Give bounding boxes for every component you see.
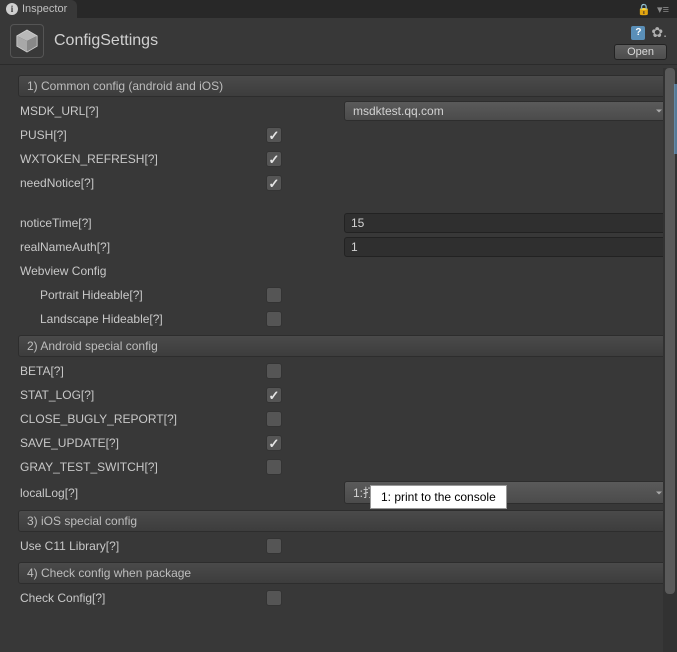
header-icons: ? ✿. [631, 24, 667, 41]
checkbox-checkconfig[interactable] [266, 590, 282, 606]
unity-logo-icon [14, 28, 40, 54]
label-closebugly: CLOSE_BUGLY_REPORT[?] [18, 412, 258, 426]
label-portrait-hideable: Portrait Hideable[?] [18, 288, 258, 302]
label-statlog: STAT_LOG[?] [18, 388, 258, 402]
asset-icon [10, 24, 44, 58]
row-msdk-url: MSDK_URL[?] msdktest.qq.com [18, 101, 669, 121]
input-noticetime[interactable] [344, 213, 669, 233]
label-msdk-url: MSDK_URL[?] [18, 104, 258, 118]
label-noticetime: noticeTime[?] [18, 216, 258, 230]
inspector-tab[interactable]: i Inspector [0, 0, 77, 18]
asset-title: ConfigSettings [54, 32, 667, 50]
row-wxtoken: WXTOKEN_REFRESH[?] [18, 149, 669, 169]
label-wxtoken: WXTOKEN_REFRESH[?] [18, 152, 258, 166]
checkbox-landscape-hideable[interactable] [266, 311, 282, 327]
row-locallog: localLog[?] 1:打印到控制台 [18, 481, 669, 504]
label-locallog: localLog[?] [18, 486, 258, 500]
checkbox-beta[interactable] [266, 363, 282, 379]
label-realnameauth: realNameAuth[?] [18, 240, 258, 254]
row-landscape-hideable: Landscape Hideable[?] [18, 309, 669, 329]
info-icon: i [6, 3, 18, 15]
row-checkconfig: Check Config[?] [18, 588, 669, 608]
checkbox-wxtoken[interactable] [266, 151, 282, 167]
checkbox-portrait-hideable[interactable] [266, 287, 282, 303]
label-landscape-hideable: Landscape Hideable[?] [18, 312, 258, 326]
lock-icon[interactable]: 🔒 [637, 3, 651, 16]
dropdown-msdk-url[interactable]: msdktest.qq.com [344, 101, 669, 121]
section-checkconfig: 4) Check config when package [18, 562, 669, 584]
label-neednotice: needNotice[?] [18, 176, 258, 190]
input-realnameauth[interactable] [344, 237, 669, 257]
label-beta: BETA[?] [18, 364, 258, 378]
checkbox-push[interactable] [266, 127, 282, 143]
help-icon[interactable]: ? [631, 26, 645, 40]
row-c11: Use C11 Library[?] [18, 536, 669, 556]
tab-bar: i Inspector 🔒 ▾≡ [0, 0, 677, 18]
row-graytest: GRAY_TEST_SWITCH[?] [18, 457, 669, 477]
label-saveupdate: SAVE_UPDATE[?] [18, 436, 258, 450]
tab-right-controls: 🔒 ▾≡ [637, 0, 677, 18]
checkbox-closebugly[interactable] [266, 411, 282, 427]
asset-header: ConfigSettings ? ✿. Open [0, 18, 677, 65]
label-graytest: GRAY_TEST_SWITCH[?] [18, 460, 258, 474]
checkbox-statlog[interactable] [266, 387, 282, 403]
row-webview-config: Webview Config [18, 261, 669, 281]
row-realnameauth: realNameAuth[?] [18, 237, 669, 257]
row-closebugly: CLOSE_BUGLY_REPORT[?] [18, 409, 669, 429]
label-webview: Webview Config [18, 264, 258, 278]
section-common: 1) Common config (android and iOS) [18, 75, 669, 97]
inspector-window: i Inspector 🔒 ▾≡ ConfigSettings ? ✿. Ope… [0, 0, 677, 652]
row-statlog: STAT_LOG[?] [18, 385, 669, 405]
section-android: 2) Android special config [18, 335, 669, 357]
label-checkconfig: Check Config[?] [18, 591, 258, 605]
checkbox-graytest[interactable] [266, 459, 282, 475]
open-button[interactable]: Open [614, 44, 667, 60]
row-push: PUSH[?] [18, 125, 669, 145]
gear-icon[interactable]: ✿. [651, 24, 667, 41]
tab-title: Inspector [22, 3, 67, 15]
vertical-scrollbar[interactable] [663, 68, 677, 652]
row-portrait-hideable: Portrait Hideable[?] [18, 285, 669, 305]
checkbox-c11[interactable] [266, 538, 282, 554]
inspector-content: 1) Common config (android and iOS) MSDK_… [0, 65, 677, 652]
checkbox-neednotice[interactable] [266, 175, 282, 191]
checkbox-saveupdate[interactable] [266, 435, 282, 451]
label-c11: Use C11 Library[?] [18, 539, 258, 553]
row-neednotice: needNotice[?] [18, 173, 669, 193]
label-push: PUSH[?] [18, 128, 258, 142]
tab-menu-icon[interactable]: ▾≡ [657, 3, 669, 16]
tooltip-locallog: 1: print to the console [370, 485, 507, 509]
row-noticetime: noticeTime[?] [18, 213, 669, 233]
row-beta: BETA[?] [18, 361, 669, 381]
row-saveupdate: SAVE_UPDATE[?] [18, 433, 669, 453]
section-ios: 3) iOS special config [18, 510, 669, 532]
